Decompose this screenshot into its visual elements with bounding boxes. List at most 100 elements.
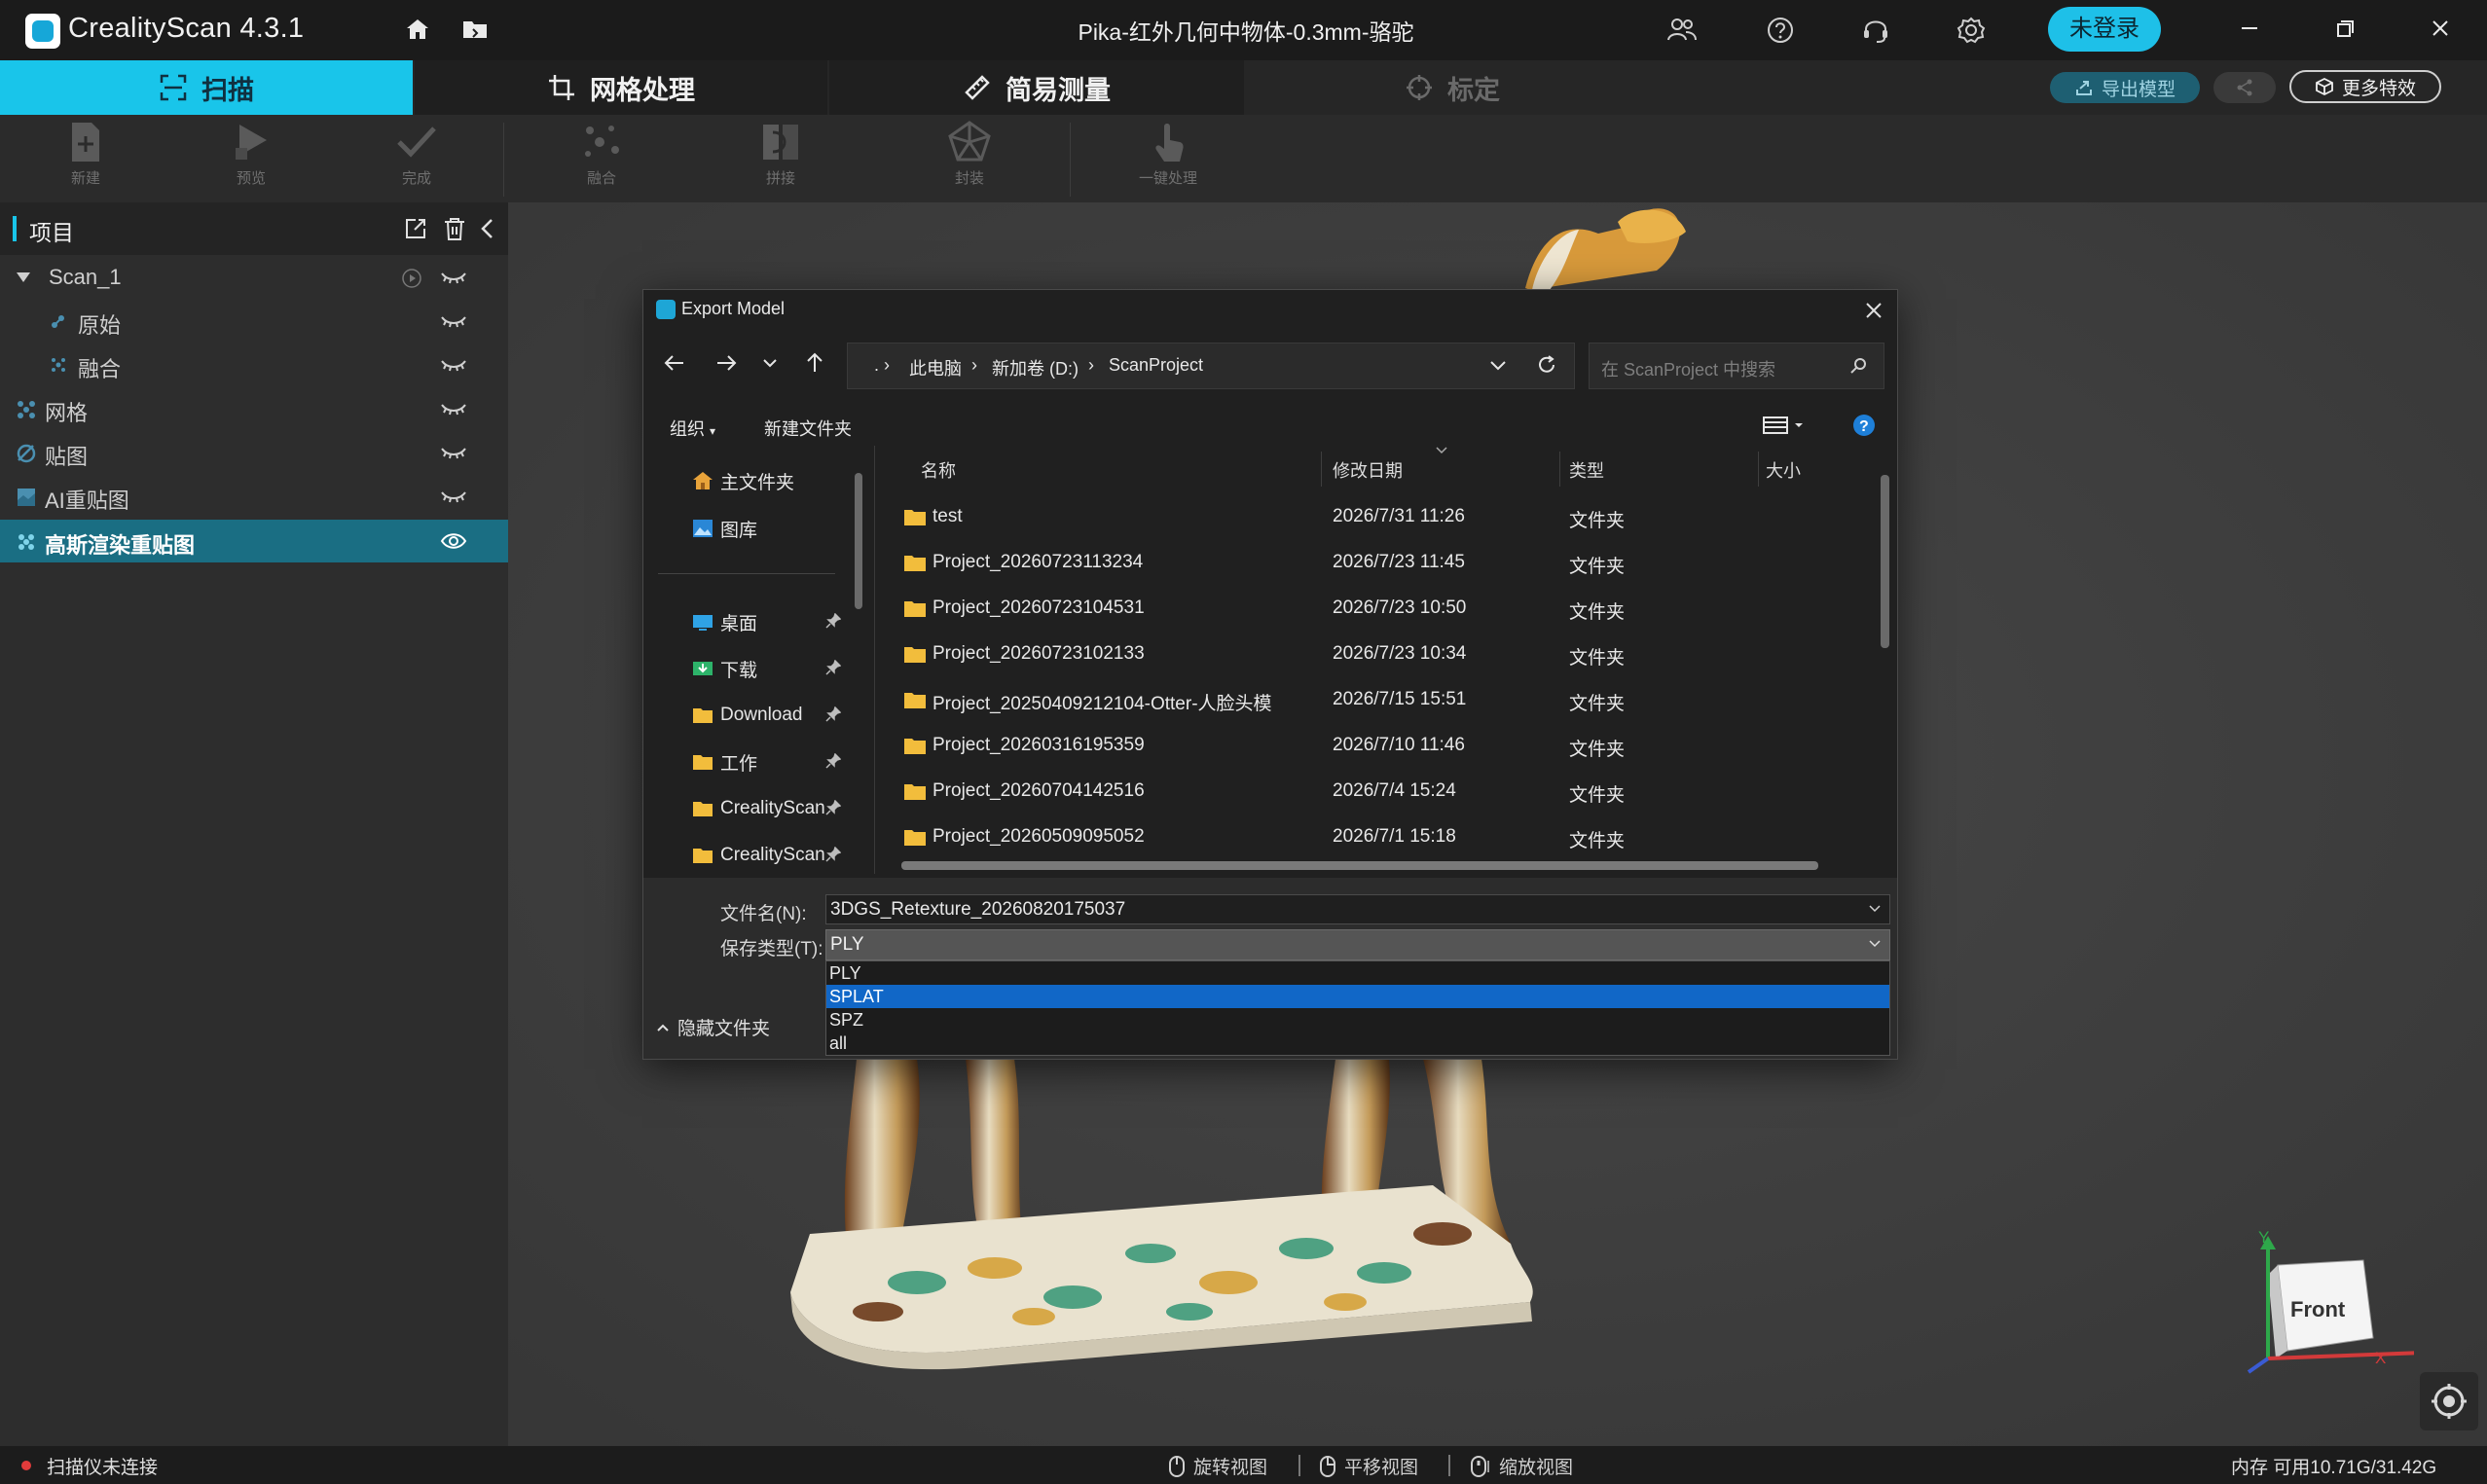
one-click-button[interactable]: 一键处理 — [1119, 121, 1217, 188]
column-divider[interactable] — [1559, 452, 1560, 487]
tree-item-raw[interactable]: 原始 — [0, 300, 508, 343]
chevron-down-icon[interactable] — [1868, 903, 1882, 915]
support-headset-icon[interactable] — [1861, 16, 1890, 45]
column-header-size[interactable]: 大小 — [1766, 457, 1801, 483]
pin-icon[interactable] — [825, 753, 841, 769]
tab-scan[interactable]: 扫描 — [0, 60, 413, 115]
encapsulate-button[interactable]: 封装 — [921, 121, 1018, 188]
community-icon[interactable] — [1666, 16, 1698, 43]
option-all[interactable]: all — [826, 1032, 1889, 1055]
column-header-type[interactable]: 类型 — [1569, 457, 1604, 483]
file-row[interactable]: Project_20260509095052 2026/7/1 15:18 文件… — [899, 815, 1873, 861]
file-row[interactable]: Project_20250409212104-Otter-人脸头模 2026/7… — [899, 678, 1873, 724]
share-button[interactable] — [2213, 72, 2276, 103]
breadcrumb-this-pc[interactable]: 此电脑 — [909, 355, 962, 380]
pin-icon[interactable] — [825, 613, 841, 629]
preview-button[interactable]: 预览 — [202, 121, 300, 188]
option-splat[interactable]: SPLAT — [826, 985, 1889, 1008]
minimize-icon[interactable] — [2235, 14, 2264, 43]
column-header-modified[interactable]: 修改日期 — [1333, 457, 1403, 483]
import-icon[interactable] — [403, 216, 428, 241]
save-type-select[interactable]: PLY — [825, 929, 1890, 960]
visibility-visible-icon[interactable] — [440, 531, 467, 551]
pin-icon[interactable] — [825, 706, 841, 722]
forward-arrow-icon[interactable] — [713, 350, 739, 376]
filename-input[interactable]: 3DGS_Retexture_20260820175037 — [825, 894, 1890, 924]
breadcrumb-scanproject[interactable]: ScanProject — [1109, 355, 1203, 376]
column-header-name[interactable]: 名称 — [921, 457, 956, 483]
tree-item-scan-1[interactable]: Scan_1 — [0, 256, 508, 299]
restore-window-icon[interactable] — [2330, 14, 2359, 43]
new-folder-button[interactable]: 新建文件夹 — [764, 416, 852, 441]
nav-crealityscan-2[interactable]: CrealityScan — [691, 834, 825, 877]
tree-item-mesh[interactable]: 网格 — [0, 387, 508, 430]
collapse-panel-icon[interactable] — [477, 216, 498, 241]
reset-view-button[interactable] — [2420, 1372, 2478, 1430]
close-window-icon[interactable] — [2426, 14, 2455, 43]
tab-mesh[interactable]: 网格处理 — [415, 60, 827, 115]
file-row[interactable]: test 2026/7/31 11:26 文件夹 — [899, 495, 1873, 541]
visibility-hidden-icon[interactable] — [440, 443, 467, 460]
done-button[interactable]: 完成 — [368, 121, 465, 188]
pin-icon[interactable] — [825, 800, 841, 815]
tree-item-ai-retexture[interactable]: AI重贴图 — [0, 475, 508, 518]
stitch-button[interactable]: 拼接 — [732, 121, 829, 188]
organize-menu[interactable]: 组织 ▾ — [670, 416, 715, 441]
login-button[interactable]: 未登录 — [2048, 7, 2161, 52]
nav-download[interactable]: Download — [691, 694, 803, 737]
file-row[interactable]: Project_20260723102133 2026/7/23 10:34 文… — [899, 633, 1873, 678]
column-divider[interactable] — [1758, 452, 1759, 487]
search-input[interactable]: 在 ScanProject 中搜索 — [1589, 343, 1884, 389]
search-icon[interactable] — [1849, 356, 1869, 376]
nav-home-folder[interactable]: 主文件夹 — [691, 459, 794, 502]
navigation-cube[interactable]: Front Y — [2239, 1236, 2414, 1382]
visibility-hidden-icon[interactable] — [440, 311, 467, 329]
file-row[interactable]: Project_20260723104531 2026/7/23 10:50 文… — [899, 587, 1873, 633]
open-folder-icon[interactable] — [461, 18, 489, 41]
dialog-close-icon[interactable] — [1861, 298, 1886, 323]
refresh-icon[interactable] — [1536, 354, 1557, 376]
file-row[interactable]: Project_20260723113234 2026/7/23 11:45 文… — [899, 541, 1873, 587]
nav-work[interactable]: 工作 — [691, 741, 757, 783]
visibility-hidden-icon[interactable] — [440, 355, 467, 373]
tree-item-texture[interactable]: 贴图 — [0, 431, 508, 474]
hide-folders-toggle[interactable]: 隐藏文件夹 — [656, 1014, 770, 1040]
tree-item-fused[interactable]: 融合 — [0, 344, 508, 386]
breadcrumb-overflow[interactable]: . › — [874, 355, 890, 376]
settings-gear-icon[interactable] — [1957, 16, 1986, 45]
pin-icon[interactable] — [825, 847, 841, 862]
dialog-help-icon[interactable]: ? — [1851, 413, 1877, 438]
visibility-hidden-icon[interactable] — [440, 268, 467, 285]
visibility-hidden-icon[interactable] — [440, 487, 467, 504]
new-button[interactable]: 新建 — [37, 121, 134, 188]
view-options-icon[interactable] — [1762, 413, 1809, 438]
nav-gallery[interactable]: 图库 — [691, 507, 757, 550]
option-ply[interactable]: PLY — [826, 961, 1889, 985]
file-list-vertical-scrollbar[interactable] — [1881, 475, 1889, 648]
more-effects-button[interactable]: 更多特效 — [2289, 70, 2441, 103]
address-history-chevron-icon[interactable] — [1487, 356, 1509, 376]
delete-trash-icon[interactable] — [442, 216, 467, 241]
home-icon[interactable] — [405, 18, 430, 41]
nav-downloads[interactable]: 下载 — [691, 647, 757, 690]
help-circle-icon[interactable] — [1766, 16, 1795, 45]
breadcrumb-drive-d[interactable]: 新加卷 (D:) — [992, 355, 1079, 380]
file-row[interactable]: Project_20260704142516 2026/7/4 15:24 文件… — [899, 770, 1873, 815]
pin-icon[interactable] — [825, 660, 841, 675]
up-arrow-icon[interactable] — [802, 350, 827, 376]
nav-crealityscan-1[interactable]: CrealityScan — [691, 787, 825, 830]
tree-item-gaussian-retexture[interactable]: 高斯渲染重贴图 — [0, 520, 508, 562]
nav-pane-scrollbar[interactable] — [855, 473, 862, 609]
back-arrow-icon[interactable] — [662, 350, 687, 376]
play-circle-icon[interactable] — [401, 268, 422, 289]
column-divider[interactable] — [1321, 452, 1322, 487]
tab-measure[interactable]: 简易测量 — [829, 60, 1244, 115]
visibility-hidden-icon[interactable] — [440, 399, 467, 416]
fuse-button[interactable]: 融合 — [553, 121, 650, 188]
recent-locations-chevron-icon[interactable] — [759, 350, 781, 376]
file-list-horizontal-scrollbar[interactable] — [901, 861, 1818, 870]
option-spz[interactable]: SPZ — [826, 1008, 1889, 1032]
export-model-button[interactable]: 导出模型 — [2050, 72, 2200, 103]
nav-desktop[interactable]: 桌面 — [691, 600, 757, 643]
file-row[interactable]: Project_20260316195359 2026/7/10 11:46 文… — [899, 724, 1873, 770]
